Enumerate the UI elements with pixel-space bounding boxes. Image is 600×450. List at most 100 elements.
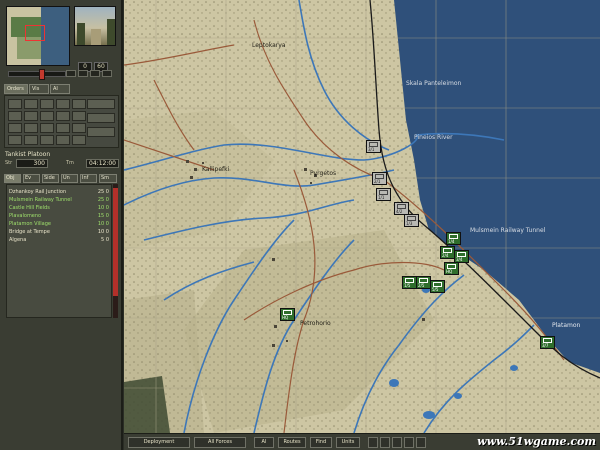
order-tabs: Orders Vis AI <box>4 84 119 94</box>
enemy-unit-counter[interactable]: 3/1 <box>366 140 381 153</box>
move-order-button[interactable] <box>8 99 22 109</box>
tab-units[interactable]: Un <box>61 174 78 183</box>
group-button[interactable] <box>24 135 38 145</box>
friendly-unit-counter[interactable]: 1/5 <box>402 276 417 289</box>
photo-road <box>91 29 101 45</box>
step-button[interactable] <box>90 70 100 77</box>
route-button[interactable] <box>72 135 86 145</box>
ai-button[interactable]: AI <box>254 437 274 448</box>
objective-points: 15 0 <box>97 213 109 219</box>
friendly-unit-counter[interactable]: 5/5 <box>430 280 445 293</box>
settings-icon[interactable] <box>404 437 414 448</box>
side-button-top[interactable] <box>87 99 115 109</box>
map-terrain <box>124 0 600 433</box>
objectives-scrollbar[interactable] <box>113 184 118 318</box>
map-label-platamon: Platamon <box>552 322 581 329</box>
scrollbar-thumb[interactable] <box>113 188 118 296</box>
map-label-middle-village: Pyrgetos <box>310 170 337 177</box>
objective-points: 10 0 <box>97 221 109 227</box>
hold-button[interactable] <box>72 99 86 109</box>
enemy-unit-counter[interactable]: 1/1 <box>376 188 391 201</box>
target-button[interactable] <box>40 111 54 121</box>
mount-button[interactable] <box>8 123 22 133</box>
tab-ai[interactable]: AI <box>50 84 70 94</box>
dismount-button[interactable] <box>24 123 38 133</box>
unit-photo <box>74 6 116 46</box>
objective-row[interactable]: Platamon Village 10 0 <box>9 220 109 228</box>
assault-button[interactable] <box>40 99 54 109</box>
defend-button[interactable] <box>56 99 70 109</box>
tab-vis[interactable]: Vis <box>29 84 49 94</box>
objective-points: 25 0 <box>97 189 109 195</box>
deployment-button[interactable]: Deployment <box>128 437 190 448</box>
tab-side[interactable]: Side <box>42 174 59 183</box>
friendly-unit-counter[interactable]: 1/4 <box>446 232 461 245</box>
objective-name: Mulsmein Railway Tunnel <box>9 197 72 203</box>
pause-button[interactable] <box>66 70 76 77</box>
map-label-river-mouth: Pineios River <box>414 134 453 141</box>
objective-row[interactable]: Algena 5 0 <box>9 236 109 244</box>
time-field: 04:12:00 <box>86 159 119 168</box>
minimap-viewport-rect[interactable] <box>25 25 45 41</box>
photo-tree <box>107 19 115 45</box>
objective-points: 25 0 <box>97 197 109 203</box>
strength-label: Str <box>5 160 13 166</box>
smoke-button[interactable] <box>24 111 38 121</box>
time-slider-knob[interactable] <box>39 69 45 80</box>
objective-row[interactable]: Dzhankoy Rail Junction 25 0 <box>9 188 109 196</box>
face-button[interactable] <box>56 111 70 121</box>
time-slider[interactable] <box>8 69 66 80</box>
map-label-tunnel: Mulsmein Railway Tunnel <box>470 227 546 234</box>
minimap[interactable] <box>6 6 70 66</box>
watermark: www.51wgame.com <box>477 435 596 448</box>
flag-icon[interactable] <box>380 437 390 448</box>
list-tabs: Obj Ev Side Un Inf Sm <box>4 174 119 183</box>
unit-name: Tankist Platoon <box>5 151 51 158</box>
recon-button[interactable] <box>72 123 86 133</box>
all-forces-button[interactable]: All Forces <box>194 437 246 448</box>
friendly-unit-counter[interactable]: 2/4 <box>440 246 455 259</box>
objective-row[interactable]: Bridge at Tempe 10 0 <box>9 228 109 236</box>
objectives-list: Dzhankoy Rail Junction 25 0 Mulsmein Railw… <box>6 184 112 318</box>
cancel-order-button[interactable] <box>8 135 22 145</box>
friendly-unit-counter[interactable]: 3/7 <box>540 336 555 349</box>
enemy-unit-counter[interactable]: 2/1 <box>372 172 387 185</box>
withdraw-button[interactable] <box>72 111 86 121</box>
bottom-toolbar: Deployment All Forces AI Routes Find Uni… <box>124 433 600 450</box>
tactical-map[interactable]: Leptokarya Skala Panteleimon Pineios Riv… <box>124 0 600 433</box>
objective-name: Bridge at Tempe <box>9 229 50 235</box>
dig-in-button[interactable] <box>40 123 54 133</box>
minimap-sea <box>41 7 69 65</box>
routes-button[interactable]: Routes <box>278 437 306 448</box>
objective-row[interactable]: Mulsmein Railway Tunnel 25 0 <box>9 196 109 204</box>
fast-move-button[interactable] <box>24 99 38 109</box>
play-button[interactable] <box>78 70 88 77</box>
find-button[interactable]: Find <box>310 437 332 448</box>
tab-events[interactable]: Ev <box>23 174 40 183</box>
fast-forward-button[interactable] <box>102 70 112 77</box>
photo-tree <box>77 23 85 45</box>
side-button-bottom[interactable] <box>87 127 115 137</box>
objective-row[interactable]: Plavalomeno 15 0 <box>9 212 109 220</box>
objective-name: Castle Hill Fields <box>9 205 50 211</box>
objective-name: Plavalomeno <box>9 213 42 219</box>
grid-icon[interactable] <box>368 437 378 448</box>
help-icon[interactable] <box>392 437 402 448</box>
tab-objectives[interactable]: Obj <box>4 174 21 183</box>
side-button-mid[interactable] <box>87 113 115 123</box>
ungroup-button[interactable] <box>40 135 54 145</box>
exit-icon[interactable] <box>416 437 426 448</box>
objective-row[interactable]: Castle Hill Fields 10 0 <box>9 204 109 212</box>
friendly-hq-counter[interactable]: HQ <box>280 308 295 321</box>
fire-button[interactable] <box>8 111 22 121</box>
rally-button[interactable] <box>56 123 70 133</box>
friendly-unit-counter[interactable]: 2/5 <box>416 276 431 289</box>
friendly-hq-counter[interactable]: HQ <box>444 262 459 275</box>
tab-orders[interactable]: Orders <box>4 84 28 94</box>
units-button[interactable]: Units <box>336 437 360 448</box>
tab-summary[interactable]: Sm <box>99 174 117 183</box>
waypoint-button[interactable] <box>56 135 70 145</box>
tab-info[interactable]: Inf <box>80 174 97 183</box>
objective-points: 10 0 <box>97 205 109 211</box>
enemy-unit-counter[interactable]: 1/3 <box>404 214 419 227</box>
